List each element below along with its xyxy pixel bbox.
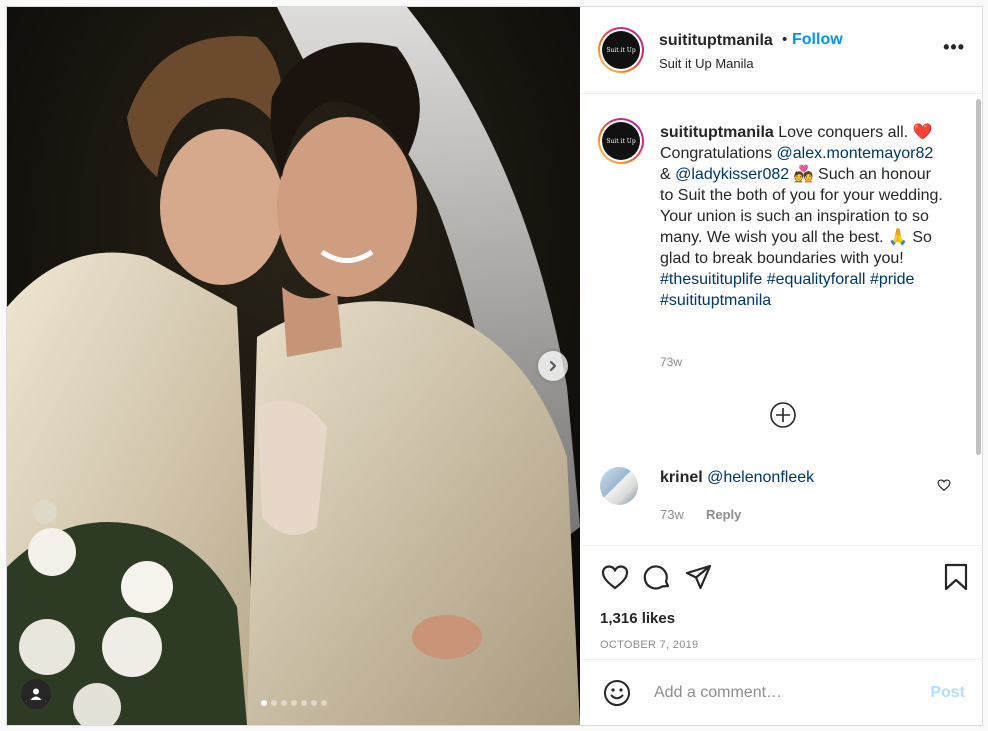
avatar[interactable]: Suit it Up: [598, 118, 644, 164]
post-date[interactable]: OCTOBER 7, 2019: [600, 639, 698, 651]
bookmark-icon[interactable]: [941, 562, 971, 592]
comment-timestamp[interactable]: 73w: [660, 507, 684, 522]
brand-logo: Suit it Up: [602, 31, 640, 69]
comment-text: krinel @helenonfleek: [660, 469, 814, 487]
post-actions: 1,316 likes OCTOBER 7, 2019: [581, 545, 983, 658]
follow-button[interactable]: Follow: [792, 31, 843, 49]
mention-link[interactable]: @ladykisser082: [675, 166, 789, 183]
brand-logo: Suit it Up: [602, 122, 640, 160]
avatar[interactable]: Suit it Up: [598, 27, 644, 73]
comment-input[interactable]: [654, 680, 924, 706]
next-image-button[interactable]: [538, 351, 568, 381]
user-icon: [30, 688, 42, 700]
heart-icon[interactable]: [600, 562, 630, 592]
carousel-indicator: [7, 700, 580, 706]
hashtag-link[interactable]: #thesuitituplife: [660, 271, 762, 288]
add-comment-bar: Post: [581, 659, 983, 725]
post-side-panel: Suit it Up suitituptmanila • Follow Suit…: [581, 7, 983, 725]
post-card: Suit it Up suitituptmanila • Follow Suit…: [6, 6, 983, 726]
wedding-photo: [7, 7, 580, 725]
carousel-dot: [310, 700, 317, 706]
hashtag-link[interactable]: #pride: [870, 271, 914, 288]
hashtag-link[interactable]: #suitituptmanila: [660, 292, 771, 309]
caption-timestamp[interactable]: 73w: [660, 355, 682, 369]
separator-dot: •: [782, 31, 788, 48]
comments-list[interactable]: Suit it Up suitituptmanila Love conquers…: [581, 95, 983, 545]
account-subtitle: Suit it Up Manila: [659, 56, 754, 71]
mention-link[interactable]: @alex.montemayor82: [777, 145, 934, 162]
share-icon[interactable]: [684, 562, 714, 592]
post-media[interactable]: [7, 7, 580, 725]
username-link[interactable]: suitituptmanila: [659, 32, 773, 50]
carousel-dot: [280, 700, 287, 706]
carousel-dot: [270, 700, 277, 706]
couple-emoji: 💑: [793, 166, 814, 183]
comment-item: krinel @helenonfleek 73w Reply: [581, 463, 983, 543]
post-comment-button[interactable]: Post: [930, 684, 965, 702]
heart-emoji: ❤️: [912, 124, 933, 141]
post-header: Suit it Up suitituptmanila • Follow Suit…: [581, 7, 983, 94]
carousel-dot: [300, 700, 307, 706]
scrollbar[interactable]: [976, 99, 981, 455]
caption-username[interactable]: suitituptmanila: [660, 124, 774, 141]
likes-count[interactable]: 1,316 likes: [600, 610, 675, 627]
more-options-icon[interactable]: •••: [943, 37, 965, 58]
load-more-comments-icon[interactable]: [769, 401, 797, 429]
hashtag-link[interactable]: #equalityforall: [767, 271, 866, 288]
carousel-dot: [260, 700, 267, 706]
heart-icon[interactable]: [937, 478, 951, 492]
mention-link[interactable]: @helenonfleek: [707, 469, 814, 486]
avatar[interactable]: [600, 467, 638, 505]
carousel-dot: [290, 700, 297, 706]
comment-icon[interactable]: [642, 562, 672, 592]
reply-button[interactable]: Reply: [706, 507, 741, 522]
caption-text: suitituptmanila Love conquers all. ❤️ Co…: [660, 124, 943, 309]
pray-emoji: 🙏: [887, 229, 908, 246]
comment-username[interactable]: krinel: [660, 469, 703, 486]
chevron-right-icon: [550, 361, 556, 371]
emoji-icon[interactable]: [602, 678, 632, 708]
carousel-dot: [320, 700, 327, 706]
